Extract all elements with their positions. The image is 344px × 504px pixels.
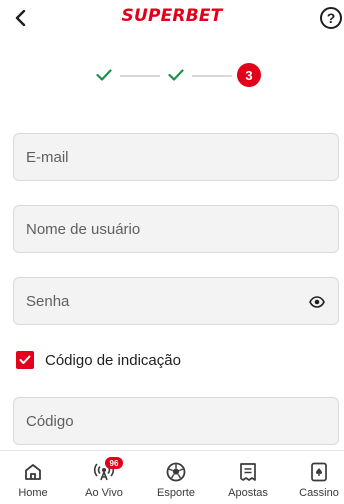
home-icon [22, 461, 44, 483]
nav-home[interactable]: Home [3, 451, 63, 504]
help-button[interactable]: ? [320, 7, 342, 29]
eye-icon [309, 296, 325, 308]
show-password-button[interactable] [308, 293, 326, 311]
live-count-badge: 96 [105, 457, 123, 469]
nav-bets-label: Apostas [228, 487, 268, 499]
playing-card-icon [308, 461, 330, 483]
password-field[interactable] [13, 277, 339, 325]
nav-home-label: Home [18, 487, 48, 499]
step-connector [120, 75, 160, 77]
step-2-complete [164, 63, 188, 87]
superbet-logo: SUPERBET [121, 6, 223, 26]
app-header: SUPERBET ? [0, 0, 344, 36]
bet-slip-icon [237, 461, 259, 483]
check-icon [168, 69, 184, 81]
referral-checkbox[interactable] [16, 351, 34, 369]
step-connector [192, 75, 232, 77]
soccer-ball-icon [165, 461, 187, 483]
referral-label: Código de indicação [45, 351, 181, 369]
step-1-complete [92, 63, 116, 87]
username-input[interactable] [14, 206, 338, 252]
nav-live-label: Ao Vivo [85, 487, 123, 499]
username-field[interactable] [13, 205, 339, 253]
email-input[interactable] [14, 134, 338, 180]
step-3-current: 3 [237, 63, 261, 87]
nav-casino-label: Cassino [299, 487, 339, 499]
registration-stepper: 3 [92, 63, 264, 89]
email-field[interactable] [13, 133, 339, 181]
live-broadcast-icon: 96 [93, 457, 123, 483]
nav-casino[interactable]: Cassino [289, 451, 344, 504]
nav-bets[interactable]: Apostas [218, 451, 278, 504]
referral-code-option[interactable]: Código de indicação [16, 350, 181, 370]
referral-code-input[interactable] [14, 398, 338, 444]
nav-live[interactable]: 96 Ao Vivo [74, 451, 134, 504]
check-icon [96, 69, 112, 81]
nav-sports-label: Esporte [157, 487, 195, 499]
password-input[interactable] [14, 278, 338, 324]
bottom-navigation: Home 96 Ao Vivo Esporte Apostas Cassino [0, 450, 344, 503]
checkmark-icon [19, 355, 31, 364]
nav-sports[interactable]: Esporte [146, 451, 206, 504]
referral-code-field[interactable] [13, 397, 339, 445]
